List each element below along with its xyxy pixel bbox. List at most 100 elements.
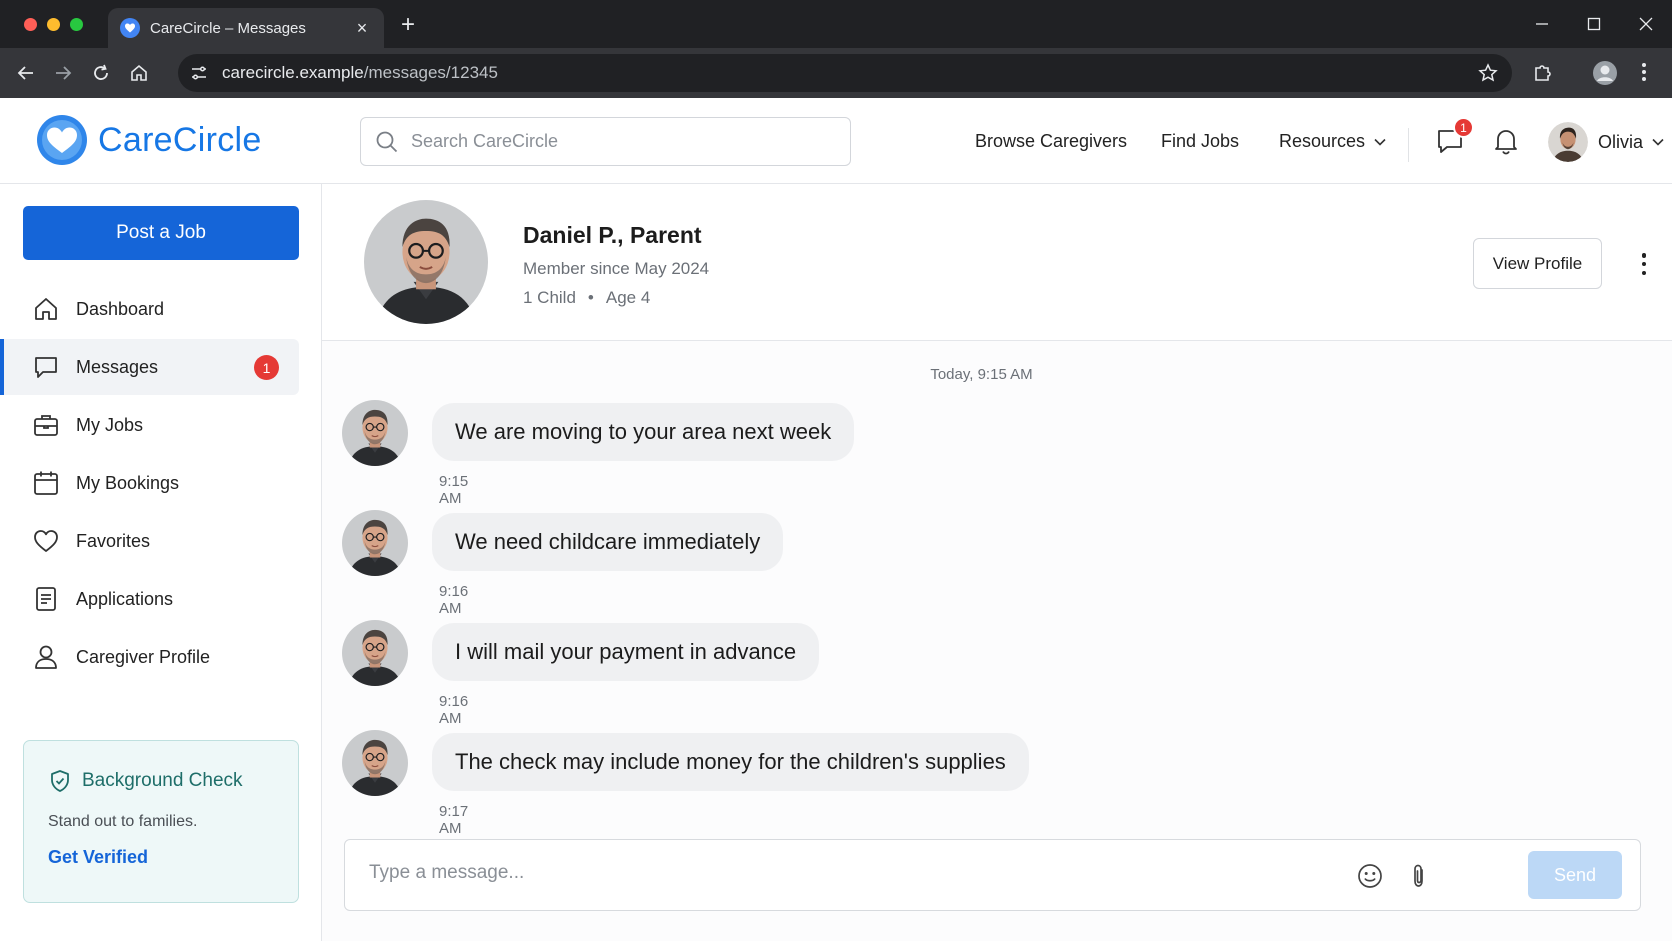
sender-avatar[interactable] [342, 620, 408, 686]
more-options-icon[interactable] [1634, 250, 1654, 278]
sidebar-item-my-jobs[interactable]: My Jobs [4, 397, 299, 453]
avatar [342, 510, 408, 576]
sidebar-item-messages[interactable]: Messages 1 [0, 339, 299, 395]
close-window-dot[interactable] [24, 18, 37, 31]
send-button[interactable]: Send [1528, 851, 1622, 899]
url-host: carecircle.example [222, 63, 364, 82]
tab-title: CareCircle – Messages [150, 19, 306, 37]
sidebar-item-applications[interactable]: Applications [4, 571, 299, 627]
tab-close-icon[interactable]: × [352, 18, 372, 38]
nav-resources[interactable]: Resources [1279, 131, 1387, 152]
contact-avatar[interactable] [364, 200, 488, 324]
nav-resources-label: Resources [1279, 131, 1366, 151]
site-settings-icon[interactable] [190, 64, 208, 82]
brand-name: CareCircle [98, 120, 262, 159]
contact-profile-bar: Daniel P., Parent Member since May 2024 … [322, 184, 1672, 341]
search-icon [376, 131, 398, 152]
extensions-puzzle-icon[interactable] [1532, 61, 1554, 88]
search-input[interactable] [411, 131, 841, 152]
message-bubble: The check may include money for the chil… [432, 733, 1029, 791]
close-window-icon[interactable] [1620, 0, 1672, 48]
search-box[interactable] [360, 117, 851, 166]
minimize-icon[interactable] [1516, 0, 1568, 48]
chevron-down-icon [1652, 138, 1664, 146]
contact-family-info: 1 Child • Age 4 [523, 288, 650, 308]
sender-avatar[interactable] [342, 400, 408, 466]
background-check-description: Stand out to families. [48, 813, 198, 830]
forward-arrow-icon[interactable] [51, 61, 75, 85]
window-traffic-lights [24, 18, 83, 31]
conversation-date-stamp: Today, 9:15 AM [930, 366, 1033, 383]
zoom-window-dot[interactable] [70, 18, 83, 31]
nav-find-jobs[interactable]: Find Jobs [1161, 131, 1239, 152]
meta-separator: • [587, 288, 594, 307]
emoji-icon[interactable] [1356, 862, 1384, 890]
messages-unread-badge: 1 [254, 355, 279, 380]
message-composer: Send [344, 839, 1641, 911]
heart-logo-icon [37, 115, 87, 165]
maximize-icon[interactable] [1568, 0, 1620, 48]
new-tab-button[interactable]: + [396, 12, 420, 38]
browser-menu-icon[interactable] [1640, 61, 1648, 88]
app-header: CareCircle Browse Caregivers Find Jobs R… [0, 98, 1672, 184]
document-icon [36, 587, 56, 611]
contact-name: Daniel P., Parent [523, 222, 702, 248]
url-path: /messages/12345 [363, 63, 498, 82]
contact-children-count: 1 Child [523, 288, 576, 307]
sidebar-item-label: Messages [76, 356, 159, 377]
notifications-button[interactable] [1491, 126, 1521, 156]
avatar [364, 200, 488, 324]
browser-profile-icon[interactable] [1592, 60, 1618, 91]
user-menu[interactable]: Olivia [1548, 122, 1665, 162]
contact-member-since: Member since May 2024 [523, 259, 710, 278]
window-controls [1516, 0, 1672, 48]
home-icon [35, 298, 57, 320]
post-job-button[interactable]: Post a Job [23, 206, 299, 260]
nav-browse-caregivers[interactable]: Browse Caregivers [975, 131, 1127, 152]
avatar [342, 400, 408, 466]
sidebar-item-label: My Jobs [76, 414, 144, 435]
message-bubble: We are moving to your area next week [432, 403, 855, 461]
address-bar[interactable]: carecircle.example/messages/12345 [178, 54, 1512, 92]
reload-icon[interactable] [89, 61, 113, 85]
bookmark-star-icon[interactable] [1478, 63, 1498, 88]
sender-avatar[interactable] [342, 510, 408, 576]
message-input[interactable] [369, 862, 1329, 884]
sidebar-item-dashboard[interactable]: Dashboard [4, 281, 299, 337]
sidebar-item-label: My Bookings [76, 472, 180, 493]
message-time: 9:17 AM [439, 803, 469, 837]
message-time: 9:16 AM [439, 583, 469, 617]
url-text: carecircle.example/messages/12345 [222, 63, 498, 83]
briefcase-icon [34, 415, 58, 436]
background-check-title-text: Background Check [82, 770, 243, 791]
minimize-window-dot[interactable] [47, 18, 60, 31]
sidebar-item-label: Caregiver Profile [76, 646, 211, 667]
heart-favicon-icon [120, 18, 140, 38]
browser-tab-bar: CareCircle – Messages × + [0, 0, 1672, 48]
sidebar-item-label: Dashboard [76, 298, 165, 319]
avatar [342, 620, 408, 686]
bell-icon [1495, 130, 1517, 155]
get-verified-link[interactable]: Get Verified [48, 847, 148, 868]
browser-tab-active[interactable]: CareCircle – Messages × [108, 8, 384, 48]
back-arrow-icon[interactable] [14, 61, 38, 85]
home-browser-icon[interactable] [127, 61, 151, 85]
messages-header-badge: 1 [1453, 117, 1474, 138]
view-profile-button[interactable]: View Profile [1473, 238, 1602, 289]
sidebar-item-caregiver-profile[interactable]: Caregiver Profile [4, 629, 299, 685]
header-divider [1408, 128, 1409, 162]
brand-logo[interactable]: CareCircle [36, 114, 262, 166]
sidebar-item-label: Applications [76, 588, 174, 609]
message-time: 9:15 AM [439, 473, 469, 507]
message-time: 9:16 AM [439, 693, 469, 727]
sidebar-item-my-bookings[interactable]: My Bookings [4, 455, 299, 511]
sidebar-item-favorites[interactable]: Favorites [4, 513, 299, 569]
message-bubble: I will mail your payment in advance [432, 623, 820, 681]
conversation-panel: Daniel P., Parent Member since May 2024 … [322, 184, 1672, 941]
user-name: Olivia [1598, 131, 1644, 152]
attachment-paperclip-icon[interactable] [1405, 862, 1433, 890]
chevron-down-icon [1374, 138, 1386, 146]
sender-avatar[interactable] [342, 730, 408, 796]
sidebar: Post a Job Dashboard Messages 1 My Jobs … [0, 184, 322, 941]
background-check-card: Background Check Stand out to families. … [23, 740, 299, 903]
